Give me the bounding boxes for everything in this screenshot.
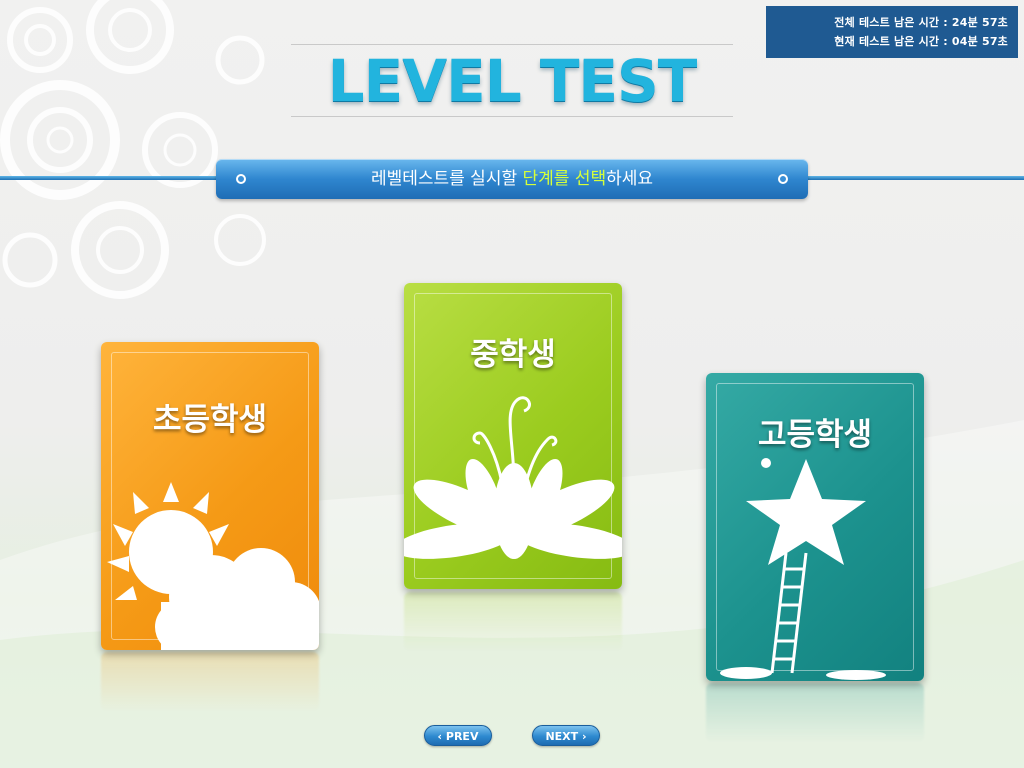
total-time-remaining: 전체 테스트 남은 시간 : 24분 57초: [834, 16, 1008, 29]
bar-right-rivet-icon: [778, 174, 788, 184]
prev-button[interactable]: ‹ PREV: [424, 725, 492, 746]
sun-cloud-icon: [107, 482, 319, 650]
level-label-high: 고등학생: [757, 417, 873, 453]
high-card-reflection: [706, 683, 924, 743]
level-card-high[interactable]: 고등학생: [706, 373, 924, 681]
page-title: LEVEL TEST: [327, 47, 698, 115]
title-bottom-rule: [291, 116, 733, 117]
instruction-text-3: 하세요: [606, 169, 654, 189]
level-card-middle[interactable]: 중학생: [404, 283, 622, 589]
level-card-elementary[interactable]: 초등학생: [101, 342, 319, 650]
middle-card-reflection: [404, 592, 622, 652]
current-time-remaining: 현재 테스트 남은 시간 : 04분 57초: [834, 35, 1008, 48]
next-button[interactable]: NEXT ›: [532, 725, 600, 746]
instruction-text-1: 레벨테스트를 실시할: [370, 169, 523, 189]
level-label-middle: 중학생: [470, 337, 556, 373]
time-remaining-panel: 전체 테스트 남은 시간 : 24분 57초 현재 테스트 남은 시간 : 04…: [766, 6, 1018, 58]
instruction-highlight-2: 선택: [574, 169, 607, 189]
instruction-bar: 레벨테스트를 실시할 단계를 선택하세요: [216, 159, 808, 199]
title-top-rule: [291, 44, 733, 45]
bar-left-rivet-icon: [236, 174, 246, 184]
instruction-highlight-1: 단계를: [522, 169, 570, 189]
level-label-elementary: 초등학생: [152, 402, 268, 438]
elementary-card-reflection: [101, 652, 319, 712]
